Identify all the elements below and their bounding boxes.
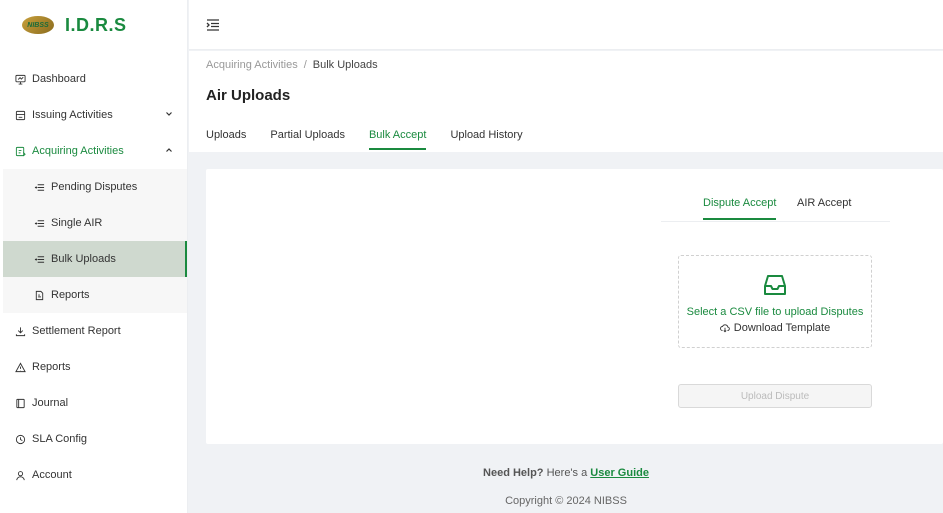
breadcrumb-current: Bulk Uploads [312,59,378,71]
acquiring-submenu: Pending Disputes Single AIR Bulk Uploads… [3,169,187,313]
brand-logo[interactable]: NIBSS I.D.R.S [0,0,187,50]
tab-bulk-accept[interactable]: Bulk Accept [368,129,427,150]
journal-icon [14,397,26,409]
sidebar-item-single-air[interactable]: Single AIR [3,205,187,241]
page-title: Air Uploads [206,87,291,104]
sidebar-item-journal[interactable]: Journal [0,385,187,421]
tab-uploads[interactable]: Uploads [206,129,246,150]
file-dropzone[interactable]: Select a CSV file to upload Disputes Dow… [678,255,872,348]
download-icon [14,325,26,337]
download-template-link[interactable]: Download Template [679,322,871,334]
sidebar-item-label: Journal [32,397,69,409]
user-guide-link[interactable]: User Guide [590,467,649,479]
help-mid: Here's a [546,467,588,479]
sidebar-item-label: SLA Config [32,433,88,445]
menu-collapse-icon[interactable] [206,18,220,32]
list-icon [33,181,45,193]
subtab-air-accept[interactable]: AIR Accept [797,197,851,218]
tab-partial-uploads[interactable]: Partial Uploads [270,129,345,150]
breadcrumb: Acquiring Activities / Bulk Uploads [206,59,378,71]
tab-bar: Uploads Partial Uploads Bulk Accept Uplo… [206,129,523,150]
dashboard-icon [14,73,26,85]
sidebar-item-dashboard[interactable]: Dashboard [0,61,187,97]
user-icon [14,469,26,481]
app-name: I.D.R.S [65,14,127,35]
sidebar-item-label: Account [32,469,72,481]
sidebar-item-label: Dashboard [32,73,86,85]
subtab-dispute-accept[interactable]: Dispute Accept [703,197,777,220]
clock-icon [14,433,26,445]
breadcrumb-parent[interactable]: Acquiring Activities [206,59,298,71]
sidebar-item-sub-reports[interactable]: Reports [3,277,187,313]
sidebar-item-bulk-uploads[interactable]: Bulk Uploads [3,241,187,277]
dropzone-text: Select a CSV file to upload Disputes [686,306,864,318]
tab-upload-history[interactable]: Upload History [450,129,522,150]
sidebar-item-reports[interactable]: Reports [0,349,187,385]
sidebar-item-issuing-activities[interactable]: Issuing Activities [0,97,187,133]
download-template-label: Download Template [733,322,831,334]
list-icon [33,217,45,229]
breadcrumb-separator: / [303,59,307,71]
help-prefix: Need Help? [483,467,544,479]
content-card: Dispute Accept AIR Accept Select a CSV f… [206,169,943,444]
acquiring-icon [14,145,26,157]
sidebar-item-label: Pending Disputes [51,181,138,193]
sidebar-item-label: Reports [32,361,71,373]
subtab-bar: Dispute Accept AIR Accept [661,197,890,222]
sidebar-item-label: Single AIR [51,217,103,229]
copyright: Copyright © 2024 NIBSS [505,495,627,507]
top-bar [189,0,943,50]
sidebar-item-acquiring-activities[interactable]: Acquiring Activities [0,133,187,169]
sidebar-item-pending-disputes[interactable]: Pending Disputes [3,169,187,205]
help-text: Need Help? Here's a User Guide [189,467,943,479]
sidebar-item-label: Acquiring Activities [32,145,124,157]
sidebar: NIBSS I.D.R.S Dashboard Issuing Activiti… [0,0,188,513]
logo-mark-text: NIBSS [27,21,49,29]
chevron-up-icon [166,148,172,152]
sidebar-menu: Dashboard Issuing Activities Acquiring A… [0,61,187,493]
warning-icon [14,361,26,373]
sidebar-item-label: Settlement Report [32,325,121,337]
inbox-icon [764,275,786,295]
sidebar-item-account[interactable]: Account [0,457,187,493]
chevron-down-icon [166,112,172,116]
sidebar-item-label: Issuing Activities [32,109,113,121]
cloud-download-icon [719,324,730,333]
list-icon [33,253,45,265]
sidebar-item-settlement-report[interactable]: Settlement Report [0,313,187,349]
sidebar-item-label: Bulk Uploads [51,253,116,265]
upload-dispute-button[interactable]: Upload Dispute [678,384,872,408]
sidebar-item-label: Reports [51,289,90,301]
issuing-icon [14,109,26,121]
page-header: Acquiring Activities / Bulk Uploads Air Up… [189,51,943,152]
nibss-logo-icon: NIBSS [22,16,54,34]
report-icon [33,289,45,301]
sidebar-item-sla-config[interactable]: SLA Config [0,421,187,457]
